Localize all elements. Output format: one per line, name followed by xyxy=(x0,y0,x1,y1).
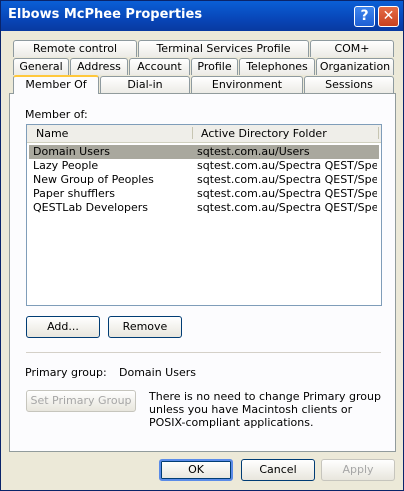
group-folder: sqtest.com.au/Spectra QEST/Spe... xyxy=(197,187,377,200)
primary-group-note: There is no need to change Primary group… xyxy=(149,390,381,429)
tab-com-plus[interactable]: COM+ xyxy=(310,40,394,57)
tab-telephones[interactable]: Telephones xyxy=(239,58,315,75)
tab-profile[interactable]: Profile xyxy=(191,58,238,75)
title-bar[interactable]: Elbows McPhee Properties ? ✕ xyxy=(1,1,403,31)
ok-button[interactable]: OK xyxy=(159,459,233,481)
primary-group-label: Primary group: xyxy=(25,366,107,379)
close-button[interactable]: ✕ xyxy=(378,6,399,27)
member-of-panel: Member of: Name Active Directory Folder … xyxy=(9,93,396,452)
tab-member-of[interactable]: Member Of xyxy=(13,75,99,94)
list-header: Name Active Directory Folder xyxy=(27,125,381,143)
tab-remote-control[interactable]: Remote control xyxy=(13,40,137,57)
apply-button[interactable]: Apply xyxy=(321,459,395,481)
group-folder: sqtest.com.au/Spectra QEST/Spe... xyxy=(197,159,377,172)
list-item[interactable]: Lazy People sqtest.com.au/Spectra QEST/S… xyxy=(29,159,379,173)
tab-address[interactable]: Address xyxy=(70,58,128,75)
tab-sessions[interactable]: Sessions xyxy=(304,76,394,93)
group-name: QESTLab Developers xyxy=(33,201,148,214)
group-name: New Group of Peoples xyxy=(33,173,154,186)
list-item[interactable]: QESTLab Developers sqtest.com.au/Spectra… xyxy=(29,201,379,215)
tab-general[interactable]: General xyxy=(13,58,69,75)
help-button[interactable]: ? xyxy=(354,6,375,27)
group-name: Paper shufflers xyxy=(33,187,115,200)
group-name: Lazy People xyxy=(33,159,99,172)
properties-dialog: Elbows McPhee Properties ? ✕ Remote cont… xyxy=(0,0,404,491)
group-folder: sqtest.com.au/Spectra QEST/Spe... xyxy=(197,173,377,186)
close-icon: ✕ xyxy=(382,8,395,24)
tab-terminal-services-profile[interactable]: Terminal Services Profile xyxy=(138,40,309,57)
list-item[interactable]: New Group of Peoples sqtest.com.au/Spect… xyxy=(29,173,379,187)
group-folder: sqtest.com.au/Users xyxy=(197,145,310,158)
member-of-list[interactable]: Name Active Directory Folder Domain User… xyxy=(26,124,382,306)
column-divider[interactable] xyxy=(192,127,193,139)
section-divider xyxy=(26,352,381,353)
column-divider[interactable] xyxy=(378,127,379,139)
list-item[interactable]: Paper shufflers sqtest.com.au/Spectra QE… xyxy=(29,187,379,201)
column-header-name[interactable]: Name xyxy=(36,127,68,140)
tab-dial-in[interactable]: Dial-in xyxy=(100,76,190,93)
member-of-label: Member of: xyxy=(25,108,88,121)
tab-environment[interactable]: Environment xyxy=(191,76,303,93)
group-folder: sqtest.com.au/Spectra QEST/Spe... xyxy=(197,201,377,214)
help-icon: ? xyxy=(360,8,369,24)
add-button[interactable]: Add... xyxy=(26,316,100,338)
tab-account[interactable]: Account xyxy=(129,58,190,75)
tab-organization[interactable]: Organization xyxy=(316,58,394,75)
primary-group-value: Domain Users xyxy=(119,366,196,379)
cancel-button[interactable]: Cancel xyxy=(241,459,315,481)
set-primary-group-button[interactable]: Set Primary Group xyxy=(26,390,136,412)
group-name: Domain Users xyxy=(33,145,110,158)
column-header-folder[interactable]: Active Directory Folder xyxy=(201,127,327,140)
list-item[interactable]: Domain Users sqtest.com.au/Users xyxy=(29,145,379,159)
remove-button[interactable]: Remove xyxy=(108,316,182,338)
window-title: Elbows McPhee Properties xyxy=(8,7,203,22)
